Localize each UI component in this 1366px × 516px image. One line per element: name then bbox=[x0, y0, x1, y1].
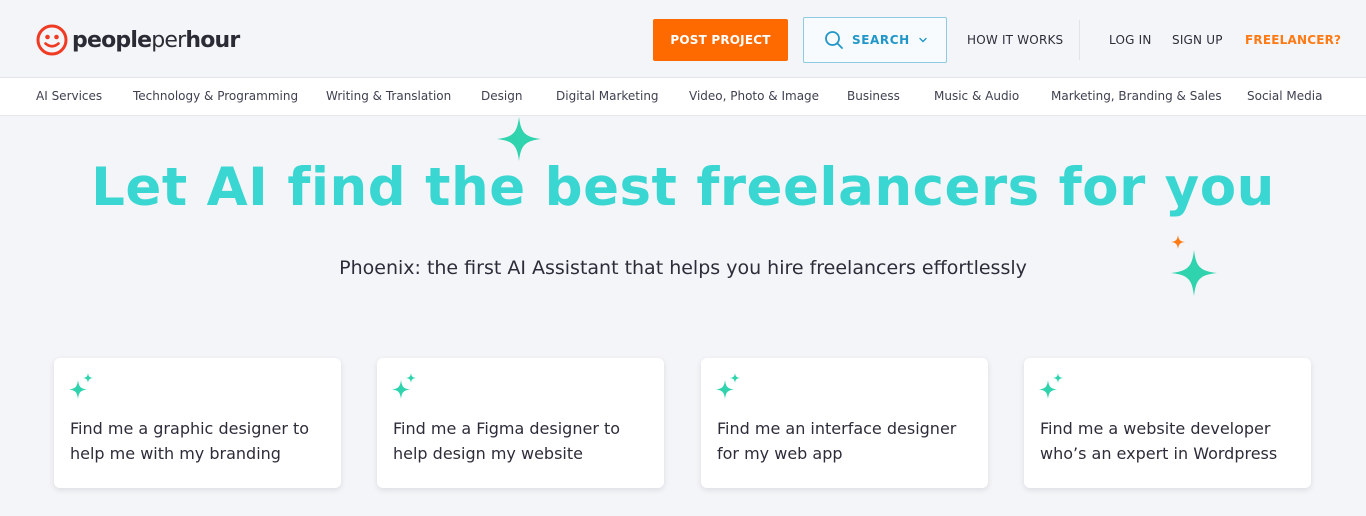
sparkle-icon bbox=[497, 117, 541, 161]
suggestion-text: Find me a website developer who’s an expe… bbox=[1040, 419, 1278, 463]
hero-subtitle: Phoenix: the first AI Assistant that hel… bbox=[339, 257, 1027, 279]
suggestion-card-graphic-designer[interactable]: Find me a graphic designer to help me wit… bbox=[54, 358, 341, 488]
signup-link[interactable]: SIGN UP bbox=[1172, 33, 1223, 47]
suggestion-text: Find me a Figma designer to help design m… bbox=[393, 419, 621, 463]
suggestion-text: Find me an interface designer for my web … bbox=[717, 419, 957, 463]
search-button[interactable]: SEARCH bbox=[803, 17, 947, 63]
how-it-works-link[interactable]: HOW IT WORKS bbox=[967, 33, 1063, 47]
category-marketing-branding-sales[interactable]: Marketing, Branding & Sales bbox=[1051, 89, 1222, 103]
suggestion-card-website-developer[interactable]: Find me a website developer who’s an expe… bbox=[1024, 358, 1311, 488]
post-project-button[interactable]: POST PROJECT bbox=[653, 19, 788, 61]
search-label: SEARCH bbox=[852, 33, 910, 47]
sparkle-icon bbox=[1039, 373, 1063, 399]
category-business[interactable]: Business bbox=[847, 89, 900, 103]
category-design[interactable]: Design bbox=[481, 89, 522, 103]
category-music-audio[interactable]: Music & Audio bbox=[934, 89, 1019, 103]
category-digital-marketing[interactable]: Digital Marketing bbox=[556, 89, 659, 103]
category-writing-translation[interactable]: Writing & Translation bbox=[326, 89, 451, 103]
top-navigation-bar: peopleperhour POST PROJECT SEARCH HOW IT… bbox=[0, 0, 1366, 78]
peopleperhour-logo[interactable]: peopleperhour bbox=[36, 24, 240, 56]
category-ai-services[interactable]: AI Services bbox=[36, 89, 102, 103]
suggestion-card-figma-designer[interactable]: Find me a Figma designer to help design m… bbox=[377, 358, 664, 488]
logo-wordmark: peopleperhour bbox=[72, 27, 240, 53]
login-link[interactable]: LOG IN bbox=[1109, 33, 1152, 47]
chevron-down-icon bbox=[919, 37, 927, 43]
nav-divider bbox=[1079, 20, 1080, 60]
freelancer-link[interactable]: FREELANCER? bbox=[1245, 33, 1341, 47]
suggestion-card-interface-designer[interactable]: Find me an interface designer for my web … bbox=[701, 358, 988, 488]
search-icon bbox=[825, 31, 843, 49]
logo-face-icon bbox=[36, 24, 68, 56]
category-social-media[interactable]: Social Media bbox=[1247, 89, 1322, 103]
suggestion-text: Find me a graphic designer to help me wit… bbox=[70, 419, 310, 463]
category-technology-programming[interactable]: Technology & Programming bbox=[133, 89, 298, 103]
hero-title: Let AI find the best freelancers for you bbox=[91, 157, 1275, 218]
sparkle-icon bbox=[716, 373, 740, 399]
category-navigation: AI Services Technology & Programming Wri… bbox=[0, 78, 1366, 116]
sparkle-icon bbox=[69, 373, 93, 399]
category-video-photo-image[interactable]: Video, Photo & Image bbox=[689, 89, 819, 103]
sparkle-icon bbox=[392, 373, 416, 399]
small-sparkle-icon bbox=[1171, 235, 1185, 249]
